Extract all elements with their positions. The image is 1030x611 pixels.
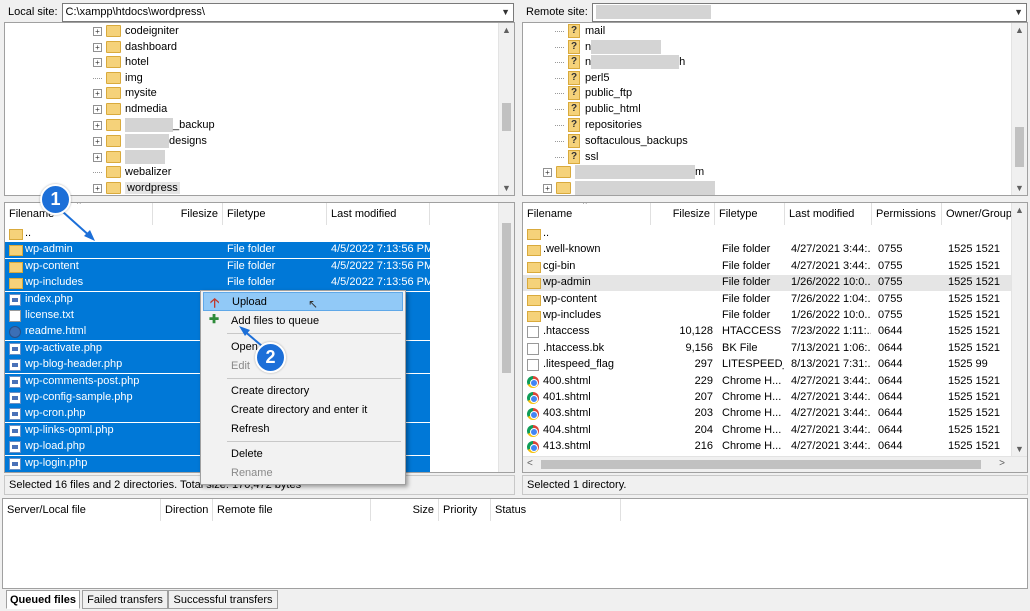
annotation-arrows [62,211,263,347]
step-badge-1: 1 [40,184,71,215]
step-badge-2: 2 [255,342,286,373]
